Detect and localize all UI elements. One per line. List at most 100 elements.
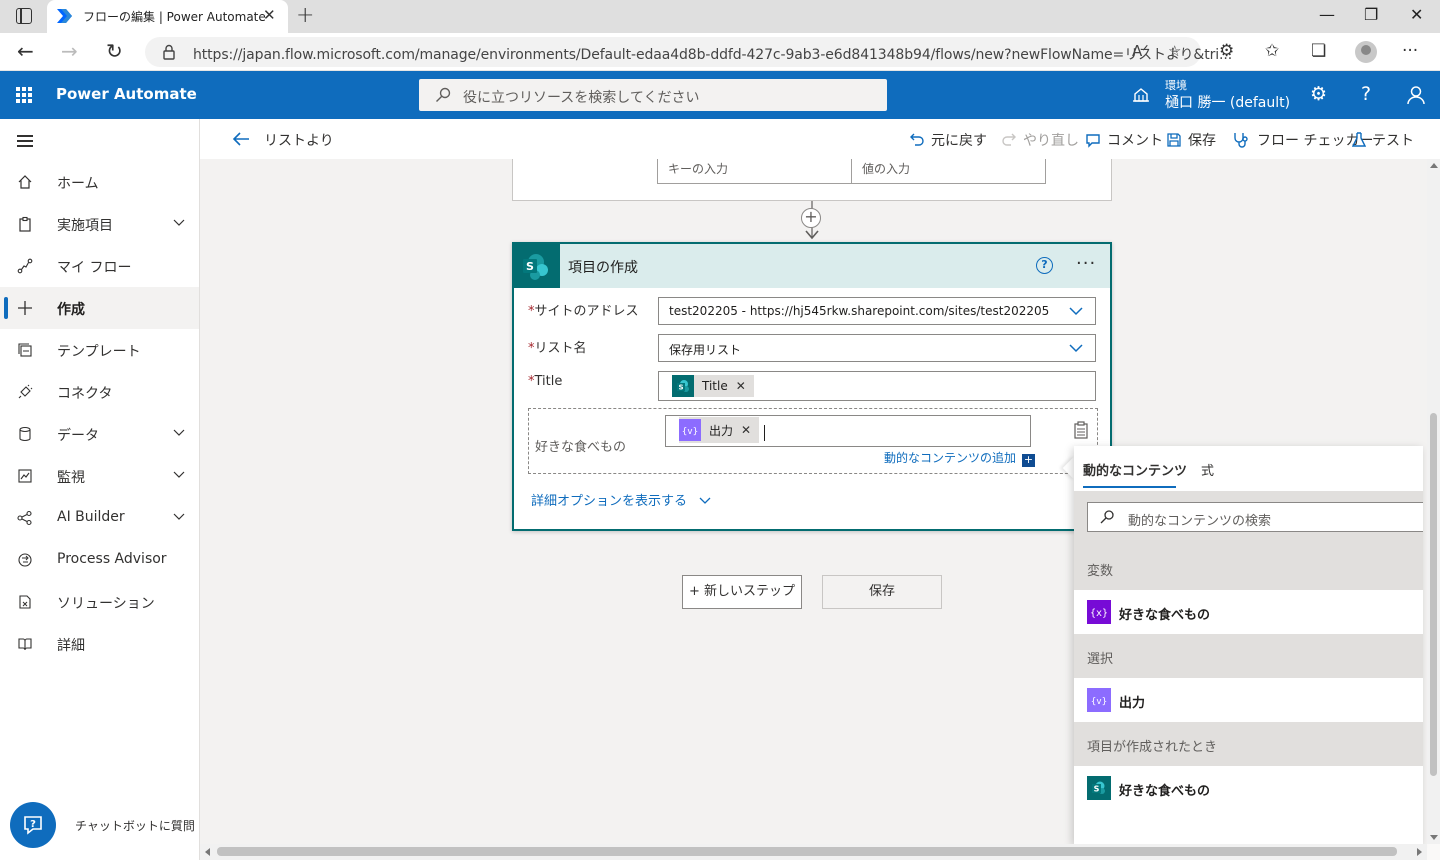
sidebar-item-label: 詳細 <box>57 638 85 654</box>
favorite-food-input[interactable]: {v} 出力 ✕ <box>665 415 1031 447</box>
horizontal-scrollbar[interactable] <box>200 844 1427 860</box>
collections-icon[interactable]: ❏ <box>1311 41 1326 61</box>
environment-icon[interactable] <box>1131 85 1151 105</box>
redo-button[interactable]: やり直し <box>1001 130 1079 150</box>
chatbot-label[interactable]: チャットボットに質問 <box>75 817 195 834</box>
vertical-scrollbar[interactable] <box>1427 159 1440 844</box>
sidebar-item-5[interactable]: コネクタ <box>0 371 199 413</box>
save-command-button[interactable]: 保存 <box>1166 130 1216 150</box>
scroll-left-icon[interactable] <box>205 848 210 856</box>
undo-icon <box>910 133 924 146</box>
card-help-icon[interactable]: ? <box>1036 257 1053 274</box>
chevron-down-icon[interactable] <box>173 512 185 522</box>
add-dynamic-content-link[interactable]: 動的なコンテンツの追加 + <box>884 449 1036 467</box>
url-bar[interactable]: https://japan.flow.microsoft.com/manage/… <box>145 37 1232 67</box>
settings-gear-icon[interactable]: ⚙ <box>1310 83 1327 105</box>
remove-token-icon[interactable]: ✕ <box>736 379 746 393</box>
scroll-down-icon[interactable] <box>1430 835 1438 840</box>
resource-search-input[interactable]: 役に立つリソースを検索してください <box>419 79 887 111</box>
vertical-scroll-thumb[interactable] <box>1430 413 1437 776</box>
restore-icon[interactable]: ❐ <box>1364 5 1378 24</box>
minimize-icon[interactable]: — <box>1319 5 1335 24</box>
site-address-dropdown[interactable]: test202205 - https://hj545rkw.sharepoint… <box>658 297 1096 325</box>
flow-name[interactable]: リストより <box>264 130 334 150</box>
remove-token-icon[interactable]: ✕ <box>741 423 751 437</box>
stethoscope-icon <box>1234 133 1248 148</box>
sidebar-item-label: 実施項目 <box>57 218 113 234</box>
insert-step-plus-icon[interactable]: + <box>801 208 821 228</box>
sidebar-item-label: ソリューション <box>57 596 155 612</box>
browser-tab[interactable]: フローの編集 | Power Automate ✕ <box>47 0 288 33</box>
environment-name[interactable]: 樋口 勝一 (default) <box>1165 92 1290 112</box>
tab-expression[interactable]: 式 <box>1201 460 1214 479</box>
test-button[interactable]: テスト <box>1351 130 1414 150</box>
tab-dynamic-content[interactable]: 動的なコンテンツ <box>1083 460 1187 479</box>
svg-text:{v}: {v} <box>1091 697 1107 707</box>
scroll-up-icon[interactable] <box>1430 163 1438 168</box>
chevron-down-icon[interactable] <box>173 218 185 228</box>
back-arrow-icon[interactable] <box>232 130 250 148</box>
clipboard-icon[interactable] <box>1072 421 1090 439</box>
chatbot-icon: ? <box>24 816 42 835</box>
new-tab-icon[interactable]: + <box>296 3 314 28</box>
app-name[interactable]: Power Automate <box>56 85 197 103</box>
chevron-down-icon <box>1069 307 1083 316</box>
search-icon <box>1100 510 1114 524</box>
browser-profile-avatar[interactable] <box>1355 41 1377 63</box>
comment-label: コメント <box>1107 133 1163 149</box>
output-dynamic-token[interactable]: {v} 出力 ✕ <box>679 417 760 443</box>
new-step-button[interactable]: + 新しいステップ <box>682 575 802 609</box>
dynamic-content-item[interactable]: {v} 出力 <box>1074 678 1423 722</box>
sidebar-item-8[interactable]: AI Builder <box>0 497 199 539</box>
help-icon[interactable]: ? <box>1361 83 1371 105</box>
dynamic-content-item[interactable]: {x} 好きな食べもの <box>1074 590 1423 634</box>
dynamic-content-item[interactable]: S 好きな食べもの <box>1074 766 1423 810</box>
sidebar-item-1[interactable]: 実施項目 <box>0 203 199 245</box>
sidebar-item-11[interactable]: 詳細 <box>0 623 199 665</box>
list-name-dropdown[interactable]: 保存用リスト <box>658 334 1096 362</box>
refresh-icon[interactable]: ↻ <box>106 39 123 63</box>
sidebar-item-0[interactable]: ホーム <box>0 161 199 203</box>
favorite-add-icon[interactable]: ☆ <box>1168 42 1181 60</box>
card-header[interactable]: S 項目の作成 ? ··· <box>514 244 1110 288</box>
left-navigation: ホーム実施項目マイ フロー 作成 テンプレート コネクタ データ 監視 AI Builder… <box>0 119 200 860</box>
dynamic-group-header: 変数 <box>1074 546 1423 590</box>
forward-icon[interactable]: → <box>61 39 78 63</box>
text-cursor <box>764 425 765 441</box>
sidebar-item-9[interactable]: Process Advisor <box>0 539 199 581</box>
window-close-icon[interactable]: ✕ <box>1410 5 1423 24</box>
browser-menu-icon[interactable]: ··· <box>1402 41 1418 61</box>
app-launcher-icon[interactable] <box>16 87 32 103</box>
extensions-icon[interactable]: ⚙ <box>1219 41 1234 61</box>
save-button[interactable]: 保存 <box>822 575 942 609</box>
output-token-label: 出力 <box>709 423 734 438</box>
show-advanced-options-link[interactable]: 詳細オプションを表示する <box>531 490 711 509</box>
sidebar-item-3[interactable]: 作成 <box>0 287 199 329</box>
sidebar-item-10[interactable]: ソリューション <box>0 581 199 623</box>
value-input[interactable]: 値の入力 <box>851 159 1046 184</box>
title-input[interactable]: S Title ✕ <box>658 371 1096 401</box>
tab-close-icon[interactable]: ✕ <box>263 6 276 24</box>
title-dynamic-token[interactable]: S Title ✕ <box>672 375 754 397</box>
undo-button[interactable]: 元に戻す <box>909 130 987 150</box>
back-icon[interactable]: ← <box>17 39 34 63</box>
sidebar-item-2[interactable]: マイ フロー <box>0 245 199 287</box>
sidebar-item-4[interactable]: テンプレート <box>0 329 199 371</box>
read-aloud-icon[interactable]: Aᐟ <box>1132 42 1149 60</box>
sidebar-item-6[interactable]: データ <box>0 413 199 455</box>
hamburger-menu-icon[interactable] <box>17 135 33 147</box>
chatbot-button[interactable]: ? <box>10 802 56 848</box>
scroll-right-icon[interactable] <box>1417 848 1422 856</box>
sidebar-item-7[interactable]: 監視 <box>0 455 199 497</box>
tab-actions-icon[interactable] <box>16 8 32 24</box>
favorites-icon[interactable]: ✩ <box>1265 41 1279 61</box>
key-input[interactable]: キーの入力 <box>657 159 852 184</box>
horizontal-scroll-thumb[interactable] <box>217 847 1397 856</box>
comment-button[interactable]: コメント <box>1085 130 1163 150</box>
account-icon[interactable] <box>1406 85 1426 105</box>
title-label-text: Title <box>534 374 563 389</box>
card-more-options-icon[interactable]: ··· <box>1076 253 1096 274</box>
dynamic-content-search-input[interactable]: 動的なコンテンツの検索 <box>1087 502 1423 532</box>
chevron-down-icon[interactable] <box>173 428 185 438</box>
chevron-down-icon[interactable] <box>173 470 185 480</box>
